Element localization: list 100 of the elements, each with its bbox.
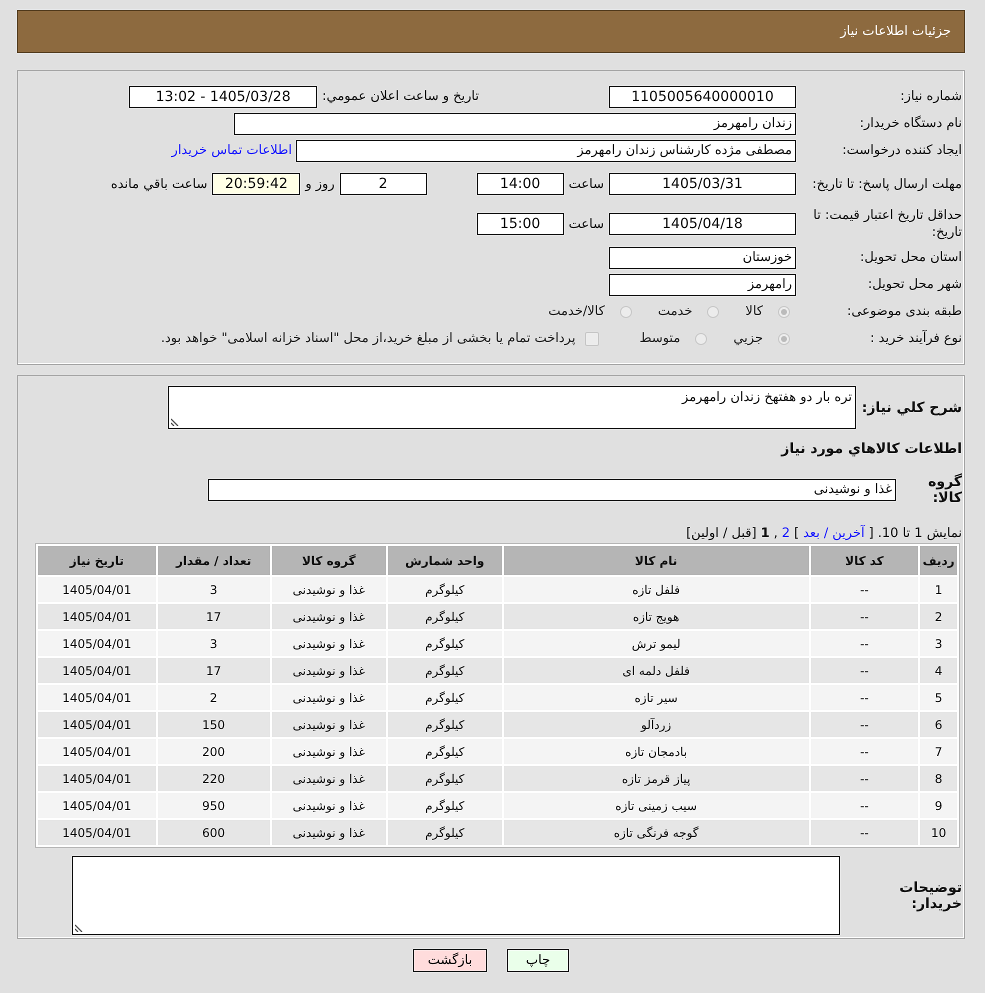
table-cell: -- [810, 604, 918, 629]
table-cell: 10 [920, 820, 957, 845]
field-label: گروه کالا: [927, 474, 962, 506]
buyer-notes-field[interactable] [72, 856, 840, 935]
field-label: شهر محل تحویل: [866, 276, 962, 293]
table-cell: 1405/04/01 [38, 685, 156, 710]
province-field: خوزستان [609, 246, 796, 268]
table-cell: گوجه فرنگی تازه [504, 820, 809, 845]
table-cell: 3 [158, 631, 270, 656]
table-cell: بادمجان تازه [504, 739, 809, 764]
radio-button[interactable] [707, 306, 720, 318]
pagination-link[interactable]: 2 [782, 526, 790, 541]
date-field: 1405/04/18 [609, 213, 796, 235]
table-cell: 220 [158, 766, 270, 791]
time-label: ساعت [568, 216, 604, 232]
table-cell: کیلوگرم [388, 739, 502, 764]
checkbox-label: پرداخت تمام یا بخشی از مبلغ خرید،از محل "اسناد خزانه اسلامی" خواهد بود. [160, 331, 576, 346]
table-cell: هویج تازه [504, 604, 809, 629]
table-cell: کیلوگرم [388, 631, 502, 656]
table-cell: 600 [158, 820, 270, 845]
table-cell: 7 [920, 739, 957, 764]
radio-button[interactable] [778, 306, 790, 318]
table-cell: غذا و نوشیدنی [272, 712, 386, 737]
table-cell: 1405/04/01 [38, 793, 156, 818]
table-cell: 8 [920, 766, 957, 791]
print-button[interactable]: چاپ [507, 949, 569, 972]
table-cell: کیلوگرم [388, 577, 502, 602]
table-cell: غذا و نوشیدنی [272, 658, 386, 683]
table-cell: فلفل تازه [504, 577, 809, 602]
pagination-link[interactable]: / [824, 526, 828, 541]
field-label: توضیحات خریدار: [898, 880, 962, 912]
column-header: کد کالا [810, 546, 918, 575]
description-text: تره بار دو هفتهخ زندان رامهرمز [682, 390, 852, 405]
page-title: جزئیات اطلاعات نیاز [840, 24, 951, 39]
radio-label: متوسط [639, 331, 680, 346]
table-cell: غذا و نوشیدنی [272, 793, 386, 818]
table-cell: 200 [158, 739, 270, 764]
field-label: شماره نیاز: [899, 88, 962, 105]
buyer-contact-link[interactable]: اطلاعات تماس خریدار [172, 143, 292, 158]
remaining-label: ساعت باقي مانده [110, 176, 208, 192]
pagination-text: [قبل / اولین] [686, 526, 757, 541]
table-cell: کیلوگرم [388, 820, 502, 845]
pagination-link[interactable]: بعد [803, 526, 820, 541]
remaining-time-field: 20:59:42 [212, 173, 300, 195]
field-label: ایجاد کننده درخواست: [841, 142, 962, 159]
table-cell: -- [810, 577, 918, 602]
table-cell: پیاز قرمز تازه [504, 766, 809, 791]
time-label: ساعت [568, 176, 604, 192]
table-cell: -- [810, 820, 918, 845]
time-field: 15:00 [476, 213, 564, 235]
table-cell: غذا و نوشیدنی [272, 685, 386, 710]
table-cell: 1405/04/01 [38, 577, 156, 602]
time-field: 14:00 [476, 173, 564, 195]
table-cell: 950 [158, 793, 270, 818]
radio-button[interactable] [620, 306, 632, 318]
radio-button[interactable] [778, 332, 790, 344]
table-cell: -- [810, 658, 918, 683]
city-field: رامهرمز [609, 274, 796, 296]
table-cell: 9 [920, 793, 957, 818]
resize-grip-icon [171, 418, 179, 426]
table-cell: 1405/04/01 [38, 631, 156, 656]
radio-button[interactable] [695, 332, 708, 344]
field-label: مهلت ارسال پاسخ: تا تاریخ: [811, 176, 962, 192]
table-cell: -- [810, 712, 918, 737]
pagination-text: ] [794, 526, 800, 541]
table-cell: 17 [158, 658, 270, 683]
days-label: روز و [305, 176, 335, 192]
checkbox[interactable] [585, 332, 600, 346]
table-cell: 17 [158, 604, 270, 629]
table-cell: -- [810, 766, 918, 791]
table-cell: لیمو ترش [504, 631, 809, 656]
table-cell: 1405/04/01 [38, 739, 156, 764]
column-header: تعداد / مقدار [158, 546, 270, 575]
table-cell: غذا و نوشیدنی [272, 577, 386, 602]
column-header: تاریخ نیاز [38, 546, 156, 575]
table-cell: کیلوگرم [388, 685, 502, 710]
table-cell: کیلوگرم [388, 793, 502, 818]
pagination-text: نمایش 1 تا 10. [ [868, 526, 962, 541]
section-heading: اطلاعات كالاهاي مورد نياز [780, 441, 962, 457]
table-cell: 1405/04/01 [38, 712, 156, 737]
requester-field: مصطفی مژده کارشناس زندان رامهرمز [296, 140, 796, 162]
column-header: ردیف [920, 546, 957, 575]
table-cell: 3 [920, 631, 957, 656]
table-cell: 6 [920, 712, 957, 737]
table-cell: سیر تازه [504, 685, 809, 710]
buyer-org-field: زندان رامهرمز [234, 112, 796, 134]
table-cell: کیلوگرم [388, 712, 502, 737]
table-cell: -- [810, 685, 918, 710]
table-cell: کیلوگرم [388, 604, 502, 629]
table-cell: غذا و نوشیدنی [272, 766, 386, 791]
table-cell: کیلوگرم [388, 658, 502, 683]
description-field[interactable]: تره بار دو هفتهخ زندان رامهرمز [168, 386, 856, 429]
table-cell: کیلوگرم [388, 766, 502, 791]
field-label: نوع فرآیند خرید : [869, 330, 962, 347]
back-button[interactable]: بازگشت [413, 949, 487, 972]
pagination-link[interactable]: آخرین [832, 526, 865, 541]
group-field: غذا و نوشیدنی [208, 479, 896, 501]
table-cell: -- [810, 793, 918, 818]
table-cell: 150 [158, 712, 270, 737]
radio-label: كالا [745, 304, 763, 319]
